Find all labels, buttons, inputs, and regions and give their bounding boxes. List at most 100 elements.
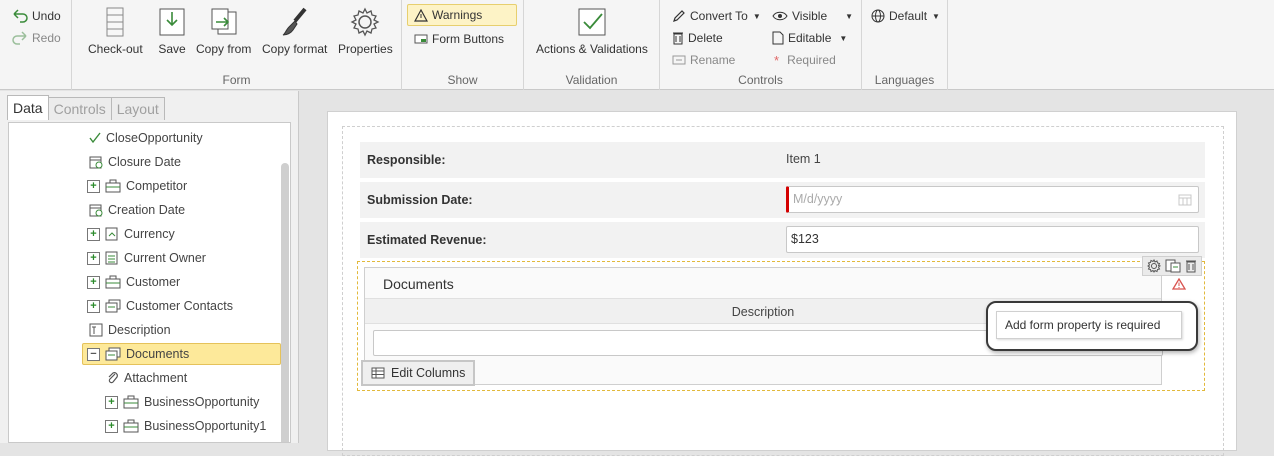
asterisk-icon: * [774,52,780,68]
expand-icon[interactable]: + [105,419,118,433]
estimated-revenue-field[interactable]: $123 [786,226,1199,253]
calendar-icon[interactable] [1178,193,1192,206]
data-tree: CloseOpportunity Closure Date + Competit… [8,122,291,443]
undo-icon [12,9,28,23]
visible-label: Visible [792,9,828,23]
tree-item-competitor[interactable]: + Competitor [87,175,187,197]
tree-item-customer-contacts[interactable]: + Customer Contacts [87,295,233,317]
warnings-button[interactable]: Warnings [407,4,517,26]
validation-group-label: Validation [565,73,618,87]
list-icon [105,299,121,313]
tree-item-label: Current Owner [124,251,206,265]
tree-item-business-opportunity1[interactable]: + BusinessOpportunity1 [105,415,266,437]
form-buttons-button[interactable]: Form Buttons [414,30,504,48]
tab-controls[interactable]: Controls [47,97,112,120]
required-button[interactable]: * Required [774,51,836,69]
rename-icon [672,55,686,65]
documents-title: Documents [383,276,454,292]
convert-to-label: Convert To [690,9,748,23]
visible-button[interactable]: Visible ▼ [772,7,853,25]
tab-layout[interactable]: Layout [110,97,165,120]
tree-item-close-opportunity[interactable]: CloseOpportunity [89,127,203,149]
collapse-icon[interactable]: − [87,347,100,361]
checkout-button[interactable]: Check-out [88,6,143,56]
expand-icon[interactable]: + [87,179,100,193]
trash-icon[interactable] [1185,259,1197,273]
language-default-label: Default [889,9,928,23]
save-button[interactable]: Save [157,6,187,56]
responsible-value: Item 1 [786,152,821,166]
rename-button[interactable]: Rename [672,51,735,69]
form-group: Check-out Save Copy from Copy format Pro… [72,0,402,90]
checkbox-check-icon [577,6,607,38]
tree-item-currency[interactable]: + Currency [87,223,175,245]
tree-item-customer[interactable]: + Customer [87,271,180,293]
properties-label: Properties [338,42,393,56]
edit-columns-button[interactable]: Edit Columns [361,360,476,386]
text-icon [89,323,103,337]
tree-item-attachment[interactable]: Attachment [107,367,187,389]
tree-item-current-owner[interactable]: + Current Owner [87,247,206,269]
required-warning-tooltip: Add form property is required [986,301,1198,351]
form-group-label: Form [222,73,251,87]
responsible-row[interactable]: Responsible: Item 1 [360,142,1205,178]
trash-icon [672,31,684,45]
user-icon [105,251,119,265]
gear-icon[interactable] [1147,259,1161,273]
tree-item-label: Documents [126,347,190,361]
delete-button[interactable]: Delete [672,29,723,47]
tree-item-creation-date[interactable]: Creation Date [89,199,185,221]
convert-to-button[interactable]: Convert To ▼ [672,7,761,25]
eye-icon [772,11,788,21]
redo-button[interactable]: Redo [12,29,61,47]
actions-validations-label: Actions & Validations [536,42,648,56]
copy-format-button[interactable]: Copy format [262,6,327,56]
warning-icon[interactable] [1172,278,1186,290]
undo-button[interactable]: Undo [12,7,61,25]
tab-data[interactable]: Data [7,95,49,120]
documents-control[interactable]: Documents Description Edit Columns Add f… [357,256,1205,391]
checkout-label: Check-out [88,42,143,56]
editable-button[interactable]: Editable ▼ [772,29,847,47]
gear-icon [350,6,380,38]
chevron-down-icon: ▼ [839,33,848,43]
languages-group: Default ▼ Languages [862,0,948,90]
language-default-button[interactable]: Default ▼ [871,7,940,25]
data-panel: Data Controls Layout CloseOpportunity Cl… [0,91,299,443]
form-page: Responsible: Item 1 Submission Date: M/d… [327,111,1237,456]
expand-icon[interactable]: + [87,227,100,241]
actions-validations-button[interactable]: Actions & Validations [536,6,648,56]
tree-item-label: Description [108,323,171,337]
tree-item-label: CloseOpportunity [106,131,203,145]
properties-button[interactable]: Properties [338,6,393,56]
edit-document-icon [772,31,784,45]
expand-icon[interactable]: + [87,299,100,313]
languages-group-label: Languages [874,73,935,87]
tree-item-label: Customer [126,275,181,289]
estimated-revenue-row[interactable]: Estimated Revenue: $123 [360,222,1205,258]
tree-item-label: BusinessOpportunity1 [144,419,267,433]
calendar-icon [89,203,103,217]
panel-tabs: Data Controls Layout [7,95,165,120]
tree-item-description[interactable]: Description [89,319,171,341]
save-label: Save [158,42,186,56]
tree-item-business-opportunity[interactable]: + BusinessOpportunity [105,391,259,413]
undo-redo-group: Undo Redo [0,0,72,90]
submission-date-field[interactable]: M/d/yyyy [786,186,1199,213]
submission-date-row[interactable]: Submission Date: M/d/yyyy [360,182,1205,218]
responsible-label: Responsible: [367,153,446,167]
expand-icon[interactable]: + [87,251,100,265]
expand-icon[interactable]: + [87,275,100,289]
show-group: Warnings Form Buttons Show [402,0,524,90]
tree-scrollbar[interactable] [281,163,289,442]
copy-from-label: Copy from [196,42,252,56]
tree-item-documents[interactable]: − Documents [82,343,281,365]
entity-icon [123,419,139,433]
copy-control-icon[interactable] [1165,259,1181,273]
expand-icon[interactable]: + [105,395,118,409]
form-canvas: Responsible: Item 1 Submission Date: M/d… [300,91,1274,456]
estimated-revenue-value: $123 [791,232,819,246]
tree-item-closure-date[interactable]: Closure Date [89,151,181,173]
tree-item-label: Creation Date [108,203,186,217]
copy-from-button[interactable]: Copy from [196,6,251,56]
